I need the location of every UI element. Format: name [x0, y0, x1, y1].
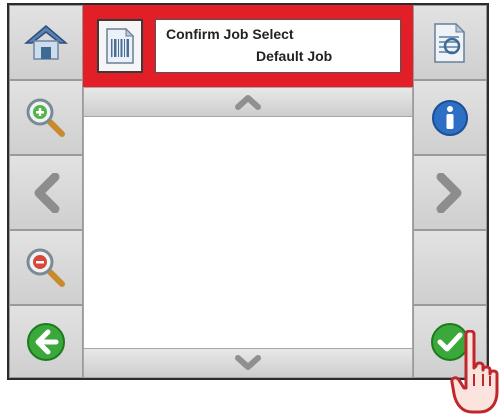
zoom-in-button[interactable]	[9, 80, 83, 155]
chevron-left-icon	[34, 172, 60, 213]
header-bar: Confirm Job Select Default Job	[83, 5, 413, 87]
job-list[interactable]	[83, 117, 413, 348]
job-document-button[interactable]	[97, 19, 143, 73]
preview-button[interactable]	[413, 5, 487, 80]
chevron-down-icon	[235, 355, 261, 370]
scroll-down-button[interactable]	[83, 348, 413, 378]
previous-button[interactable]	[9, 155, 83, 230]
home-button[interactable]	[9, 5, 83, 80]
info-button[interactable]	[413, 80, 487, 155]
chevron-up-icon	[235, 95, 261, 110]
info-icon	[432, 99, 468, 136]
barcode-document-icon	[106, 27, 135, 64]
chevron-right-icon	[436, 172, 462, 213]
green-back-arrow-icon	[27, 322, 65, 361]
main-panel: Confirm Job Select Default Job	[83, 5, 413, 378]
zoom-out-button[interactable]	[9, 230, 83, 305]
next-button[interactable]	[413, 155, 487, 230]
zoom-in-icon	[26, 98, 65, 137]
blank-button	[413, 230, 487, 305]
back-button[interactable]	[9, 305, 83, 378]
device-screen: Confirm Job Select Default Job	[7, 3, 489, 380]
document-preview-icon	[434, 22, 466, 63]
title-line-1: Confirm Job Select	[166, 26, 294, 42]
zoom-out-icon	[26, 248, 65, 287]
home-icon	[24, 24, 68, 60]
hand-cursor-icon	[450, 330, 499, 414]
title-box: Confirm Job Select Default Job	[155, 19, 401, 73]
title-line-2: Default Job	[256, 48, 333, 64]
scroll-up-button[interactable]	[83, 87, 413, 117]
